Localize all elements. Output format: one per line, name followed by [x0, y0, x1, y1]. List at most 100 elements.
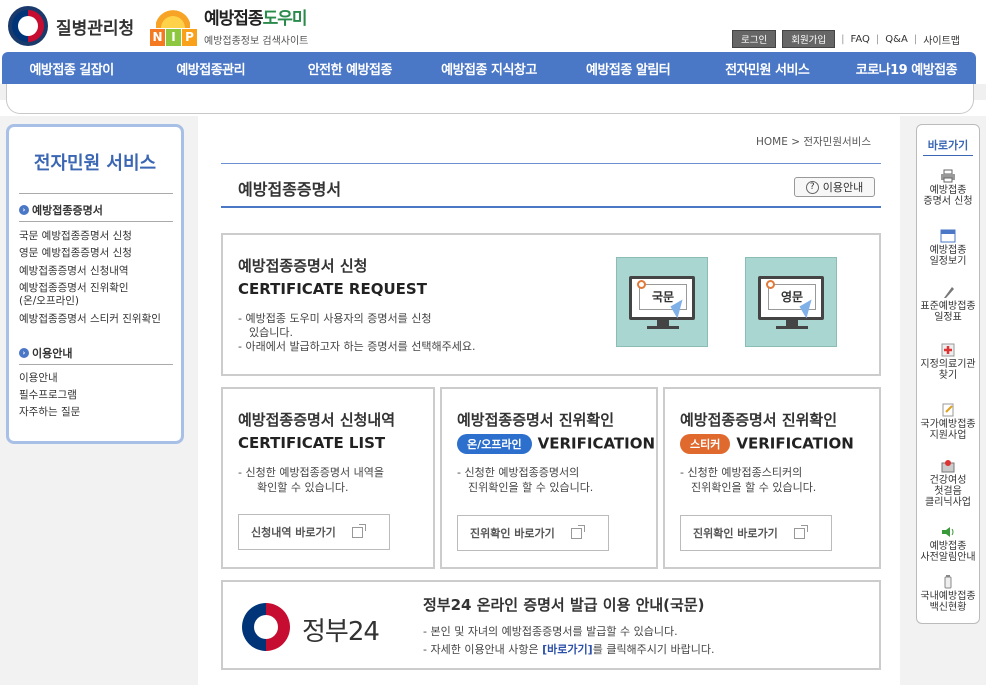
side-link-request-list[interactable]: 예방접종증명서 신청내역 — [19, 265, 129, 278]
external-link-icon — [351, 523, 366, 538]
usage-guide-button[interactable]: ? 이용안내 — [794, 177, 875, 197]
side-link-verify[interactable]: 예방접종증명서 진위확인 — [19, 282, 129, 295]
nav-item-management[interactable]: 예방접종관리 — [141, 59, 280, 78]
quick-item-women-clinic[interactable]: 건강여성 첫걸음 클리닉사업 — [917, 459, 979, 508]
nip-letter-i: I — [166, 29, 181, 46]
sub-menu-bar — [6, 84, 974, 114]
breadcrumb-arrow: > — [791, 136, 801, 148]
verify-online-panel: 예방접종증명서 진위확인 온/오프라인 VERIFICATION - 신청한 예방… — [440, 387, 658, 569]
separator: | — [841, 33, 845, 45]
printer-icon — [941, 169, 955, 183]
quick-item-national-support[interactable]: 국가예방접종 지원사업 — [917, 403, 979, 441]
verify-sticker-panel: 예방접종증명서 진위확인 스티커 VERIFICATION - 신청한 예방접종스… — [663, 387, 881, 569]
request-desc-1b: 있습니다. — [249, 326, 293, 339]
request-title-en: CERTIFICATE REQUEST — [238, 280, 427, 298]
pen-icon — [944, 287, 954, 298]
request-desc-2: - 아래에서 발급하고자 하는 증명서를 선택해주세요. — [238, 340, 476, 353]
side-link-korean-request[interactable]: 국문 예방접종증명서 신청 — [19, 230, 132, 243]
side-section-guide[interactable]: › 이용안내 — [19, 345, 72, 361]
nav-item-safety[interactable]: 안전한 예방접종 — [280, 59, 419, 78]
quick-item-vaccine-status[interactable]: 국내예방접종 백신현황 — [917, 575, 979, 613]
nip-title-a: 예방접종 — [204, 9, 264, 29]
divider — [19, 193, 173, 194]
verify-online-title-en-row: 온/오프라인 VERIFICATION — [457, 434, 655, 454]
qna-link[interactable]: Q&A — [885, 34, 908, 45]
breadcrumb-home[interactable]: HOME — [756, 136, 788, 148]
quick-item-label: 국가예방접종 지원사업 — [920, 419, 976, 441]
side-link-programs[interactable]: 필수프로그램 — [19, 389, 77, 402]
nav-item-covid19[interactable]: 코로나19 예방접종 — [837, 59, 976, 78]
side-nav-title: 전자민원 서비스 — [33, 153, 157, 174]
quick-item-standard-schedule[interactable]: 표준예방접종 일정표 — [917, 285, 979, 323]
gov24-logo-text[interactable]: 정부24 — [302, 611, 380, 648]
join-button[interactable]: 회원가입 — [782, 30, 836, 48]
nip-sun-icon: N I P — [148, 4, 198, 48]
side-link-guide[interactable]: 이용안내 — [19, 372, 58, 385]
request-panel: 예방접종증명서 신청 CERTIFICATE REQUEST - 예방접종 도우… — [221, 233, 881, 376]
utility-menu: 로그인 회원가입 | FAQ | Q&A | 사이트맵 — [731, 30, 960, 48]
gov24-shortcut-link[interactable]: [바로가기] — [542, 643, 593, 656]
gov24-desc-2: - 자세한 이용안내 사항은 [바로가기]를 클릭해주시기 바랍니다. — [423, 642, 715, 657]
quick-item-label: 예방접종 일정보기 — [929, 245, 967, 267]
verify-sticker-desc-1: - 신청한 예방접종스티커의 — [680, 466, 803, 479]
nip-subtitle: 예방접종정보 검색사이트 — [204, 36, 309, 47]
quick-item-label: 건강여성 첫걸음 클리닉사업 — [925, 475, 971, 508]
sitemap-link[interactable]: 사이트맵 — [923, 32, 960, 47]
verify-sticker-title-en: VERIFICATION — [736, 434, 854, 453]
nav-item-knowledge[interactable]: 예방접종 지식창고 — [419, 59, 558, 78]
calendar-icon — [940, 229, 956, 243]
nip-letter-p: P — [182, 29, 197, 46]
divider — [923, 155, 973, 156]
verify-online-title: 예방접종증명서 진위확인 — [457, 411, 615, 429]
side-link-sticker-verify[interactable]: 예방접종증명서 스티커 진위확인 — [19, 313, 161, 326]
kdca-logo[interactable]: 질병관리청 — [8, 6, 134, 46]
medal-icon — [637, 280, 646, 289]
request-desc-1: - 예방접종 도우미 사용자의 증명서를 신청 — [238, 312, 432, 325]
list-desc-1: - 신청한 예방접종증명서 내역을 — [238, 466, 385, 479]
divider — [221, 163, 881, 164]
verify-sticker-link-button[interactable]: 진위확인 바로가기 — [680, 515, 832, 551]
usage-guide-label: 이용안내 — [822, 181, 864, 194]
external-link-icon — [570, 524, 585, 539]
side-link-faq[interactable]: 자주하는 질문 — [19, 406, 80, 419]
verify-sticker-title: 예방접종증명서 진위확인 — [680, 411, 838, 429]
korean-certificate-button[interactable]: 국문 — [616, 257, 708, 347]
gov24-desc-2a: - 자세한 이용안내 사항은 — [423, 643, 543, 656]
main-nav: 예방접종 길잡이 예방접종관리 안전한 예방접종 예방접종 지식창고 예방접종 … — [2, 52, 976, 84]
list-panel: 예방접종증명서 신청내역 CERTIFICATE LIST - 신청한 예방접종… — [221, 387, 435, 569]
gov24-emblem-icon[interactable] — [242, 603, 290, 651]
nip-logo[interactable]: N I P 예방접종도우미 예방접종정보 검색사이트 — [148, 4, 308, 48]
chevron-right-icon: › — [19, 205, 29, 215]
quick-item-hospital[interactable]: 지정의료기관 찾기 — [917, 343, 979, 381]
breadcrumb: HOME > 전자민원서비스 — [756, 134, 871, 149]
login-button[interactable]: 로그인 — [731, 30, 777, 48]
side-section-label: 예방접종증명서 — [32, 204, 103, 217]
side-section-label: 이용안내 — [32, 347, 73, 360]
hospital-icon — [941, 343, 955, 357]
online-offline-badge: 온/오프라인 — [457, 434, 532, 454]
verify-online-link-button[interactable]: 진위확인 바로가기 — [457, 515, 609, 551]
quick-item-notification[interactable]: 예방접종 사전알림안내 — [917, 525, 979, 563]
request-list-link-button[interactable]: 신청내역 바로가기 — [238, 514, 390, 550]
nav-item-notice[interactable]: 예방접종 알림터 — [559, 59, 698, 78]
side-section-certificate[interactable]: › 예방접종증명서 — [19, 202, 103, 218]
quick-item-certificate[interactable]: 예방접종 증명서 신청 — [917, 169, 979, 207]
medal-icon — [766, 280, 775, 289]
nip-letter-n: N — [150, 29, 165, 46]
nav-item-guide[interactable]: 예방접종 길잡이 — [2, 59, 141, 78]
quick-item-label: 국내예방접종 백신현황 — [920, 591, 976, 613]
verify-online-desc-2: 진위확인을 할 수 있습니다. — [468, 481, 594, 494]
english-certificate-button[interactable]: 영문 — [745, 257, 837, 347]
quick-item-label: 지정의료기관 찾기 — [920, 359, 976, 381]
government-emblem-icon — [8, 6, 48, 46]
side-link-english-request[interactable]: 영문 예방접종증명서 신청 — [19, 247, 132, 260]
document-icon — [942, 403, 954, 417]
nav-item-e-civil[interactable]: 전자민원 서비스 — [698, 59, 837, 78]
side-link-verify-sub[interactable]: (온/오프라인) — [19, 295, 79, 308]
quick-item-schedule[interactable]: 예방접종 일정보기 — [917, 229, 979, 267]
chevron-right-icon: › — [19, 348, 29, 358]
faq-link[interactable]: FAQ — [851, 34, 870, 45]
quick-item-label: 예방접종 사전알림안내 — [920, 541, 976, 563]
question-icon: ? — [805, 180, 819, 194]
side-nav: 전자민원 서비스 › 예방접종증명서 국문 예방접종증명서 신청 영문 예방접종증… — [6, 124, 184, 444]
